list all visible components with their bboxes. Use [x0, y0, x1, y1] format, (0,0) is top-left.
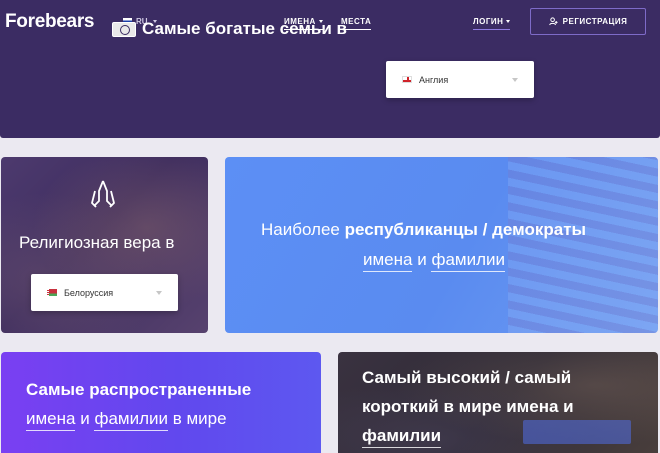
country-select-religion[interactable]: Белоруссия: [31, 274, 178, 311]
chevron-down-icon: [506, 20, 511, 23]
flag-background-image: [508, 157, 658, 333]
common-names-links: имена и фамилии в мире: [26, 409, 227, 431]
religion-title: Религиозная вера в: [19, 233, 175, 252]
height-links: фамилии: [362, 426, 442, 448]
register-label: РЕГИСТРАЦИЯ: [562, 17, 628, 26]
politics-prefix: Наиболее: [261, 220, 340, 239]
login-menu[interactable]: ЛОГИН: [473, 17, 511, 30]
richest-families-text: Самые богатые семьи в: [142, 19, 347, 38]
common-names-title: Самые распространенные: [26, 380, 252, 399]
praying-hands-icon: [91, 180, 115, 208]
money-icon: [112, 21, 136, 37]
richest-families-banner: [0, 46, 660, 138]
login-label: ЛОГИН: [473, 17, 504, 26]
politics-highlight: республиканцы / демократы: [344, 220, 587, 239]
richest-families-title: Самые богатые семьи в: [112, 19, 347, 39]
country-select-richest[interactable]: Англия: [386, 61, 534, 98]
politics-heading: Наиболее республиканцы / демократы: [261, 220, 586, 240]
register-button[interactable]: РЕГИСТРАЦИЯ: [530, 8, 646, 35]
height-surnames-link[interactable]: фамилии: [362, 426, 442, 448]
politics-surnames-link[interactable]: фамилии: [431, 250, 505, 272]
height-subtitle: короткий в мире имена и: [362, 397, 574, 417]
common-surnames-link[interactable]: фамилии: [94, 409, 168, 431]
common-names-link[interactable]: имена: [26, 409, 76, 431]
height-title: Самый высокий / самый: [362, 368, 572, 387]
politics-links: имена и фамилии: [363, 250, 505, 272]
height-subtitle-text: короткий в мире имена и: [362, 397, 574, 416]
add-user-icon: [548, 17, 558, 26]
conjunction: и: [80, 409, 90, 428]
chevron-down-icon: [512, 77, 518, 82]
height-card-button[interactable]: [523, 420, 631, 444]
belarus-flag-icon: [47, 289, 57, 296]
common-names-card[interactable]: [1, 352, 321, 453]
chevron-down-icon: [156, 290, 162, 295]
common-suffix: в мире: [172, 409, 227, 428]
england-flag-icon: [402, 76, 412, 83]
conjunction: и: [417, 250, 427, 269]
politics-names-link[interactable]: имена: [363, 250, 413, 272]
logo[interactable]: Forebears: [5, 11, 94, 33]
politics-card[interactable]: [225, 157, 658, 333]
selected-country: Англия: [419, 74, 449, 85]
selected-country: Белоруссия: [64, 287, 114, 298]
